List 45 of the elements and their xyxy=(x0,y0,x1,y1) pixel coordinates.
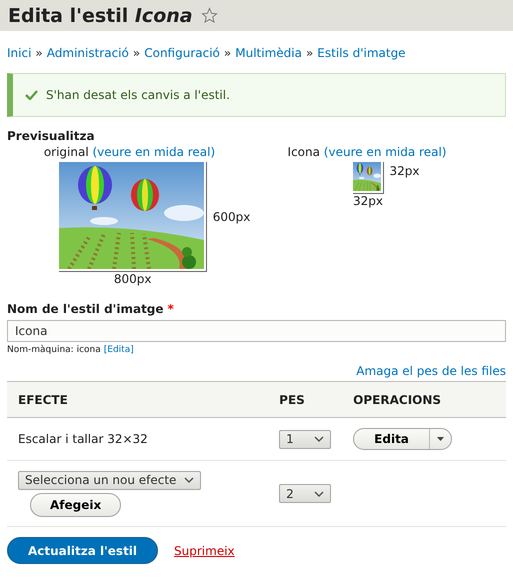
machine-name: Nom-màquina: icona xyxy=(7,345,101,355)
breadcrumb-separator: » xyxy=(132,46,140,60)
edit-button[interactable]: Edita xyxy=(354,429,430,449)
full-size-link[interactable]: (veure en mida real) xyxy=(324,145,446,159)
operations-dropbutton[interactable]: Edita xyxy=(353,428,452,450)
effect-cell: Escalar i tallar 32×32 xyxy=(7,418,268,460)
status-text: S'han desat els canvis a l'estil. xyxy=(46,88,230,102)
edit-machine-name-link[interactable]: [Edita] xyxy=(104,345,134,355)
preview-caption: original (veure en mida real) xyxy=(44,145,216,159)
weight-select[interactable]: 2 xyxy=(279,484,332,503)
breadcrumb-link[interactable]: Configuració xyxy=(144,46,220,60)
caret-icon[interactable] xyxy=(436,437,444,441)
hide-weights-link[interactable]: Amaga el pes de les files xyxy=(356,364,506,378)
new-effect-select[interactable]: Selecciona un nou efecte xyxy=(18,470,202,490)
width-label: 32px xyxy=(352,194,384,208)
breadcrumb-separator: » xyxy=(35,46,43,60)
style-name-field[interactable]: Icona xyxy=(7,320,506,342)
height-label: 600px xyxy=(212,210,250,224)
add-button[interactable]: Afegeix xyxy=(30,492,122,516)
breadcrumb-link[interactable]: Inici xyxy=(7,46,32,60)
breadcrumb-link[interactable]: Administració xyxy=(46,46,129,60)
full-size-link[interactable]: (veure en mida real) xyxy=(92,145,216,159)
star-icon[interactable] xyxy=(200,7,218,24)
landscape-photo xyxy=(352,162,380,191)
required-marker: * xyxy=(168,302,174,316)
preview-heading: Previsualitza xyxy=(7,129,96,143)
breadcrumb-link[interactable]: Estils d'imatge xyxy=(317,46,406,60)
height-label: 32px xyxy=(388,163,420,178)
column-header: OPERACIONS xyxy=(342,382,506,418)
checkmark-icon xyxy=(25,90,38,100)
chevron-icon xyxy=(184,477,194,483)
update-style-button[interactable]: Actualitza l'estil xyxy=(7,537,158,564)
page-title: Edita l'estil Icona xyxy=(8,4,193,26)
width-label: 800px xyxy=(112,272,152,286)
breadcrumb-separator: » xyxy=(306,46,314,60)
chevron-icon xyxy=(314,490,324,496)
column-header: PES xyxy=(268,382,342,418)
breadcrumb-separator: » xyxy=(224,46,232,60)
field-label: Nom de l'estil d'imatge xyxy=(7,302,164,316)
weight-select[interactable]: 1 xyxy=(279,430,332,448)
delete-link[interactable]: Suprimeix xyxy=(174,544,235,558)
column-header: EFECTE xyxy=(7,382,268,418)
preview-caption: Icona (veure en mida real) xyxy=(288,145,446,159)
chevron-icon xyxy=(314,436,324,442)
breadcrumb-link[interactable]: Multimèdia xyxy=(235,46,302,60)
